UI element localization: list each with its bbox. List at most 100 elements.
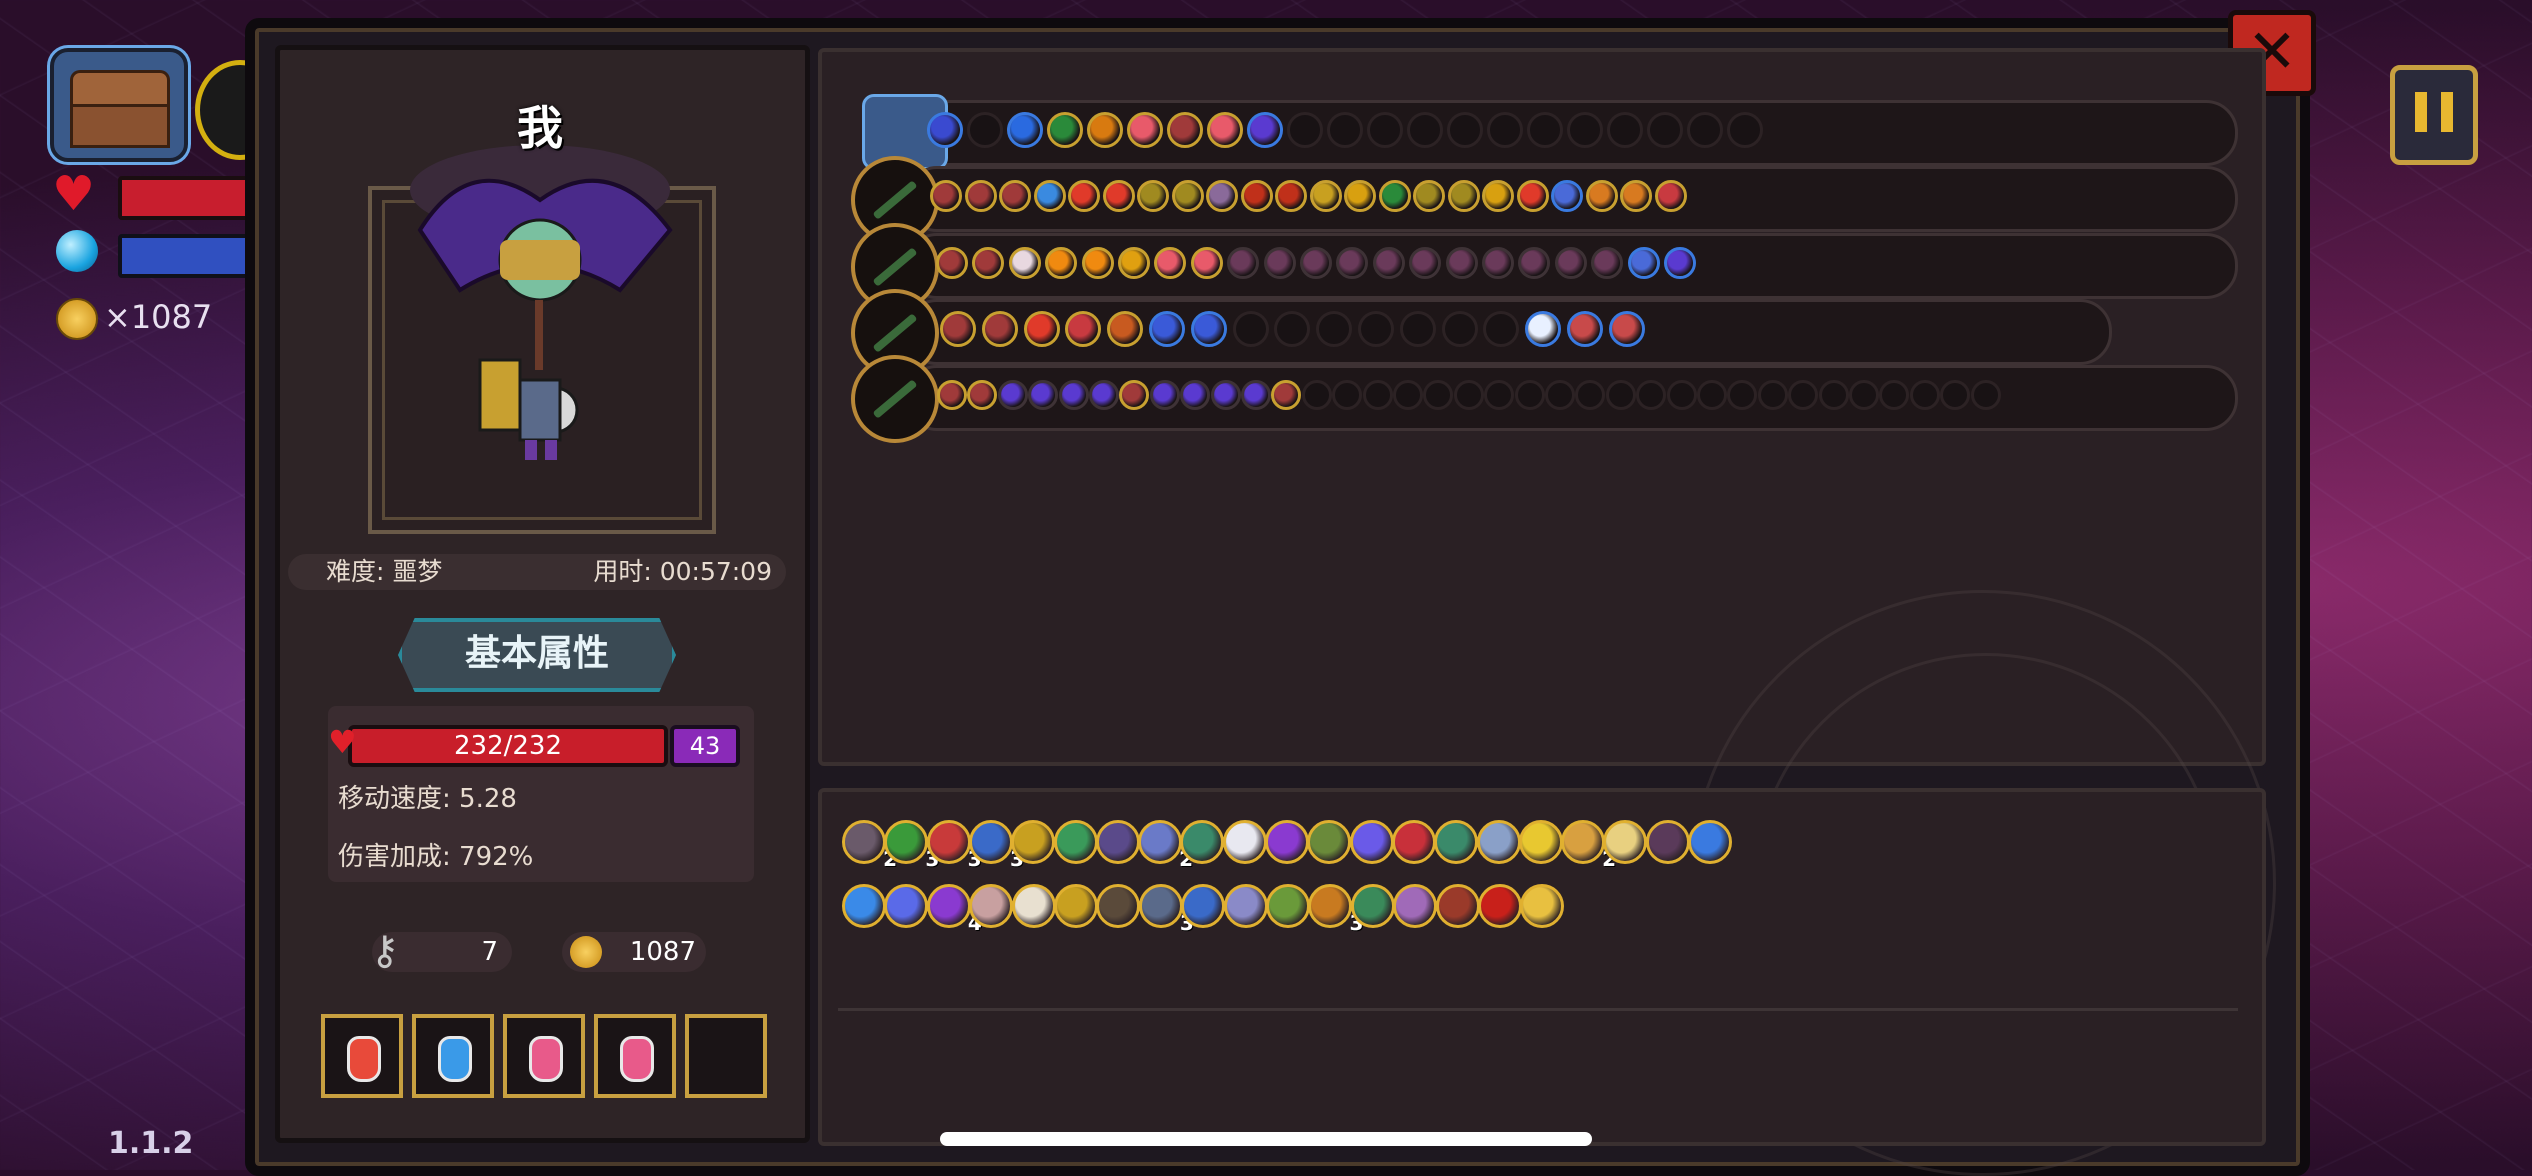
potion-slot[interactable] (503, 1014, 585, 1098)
empty-slot[interactable] (1441, 311, 1478, 347)
sun-icon[interactable] (1081, 247, 1114, 279)
item-icon[interactable] (1393, 884, 1438, 928)
chest-icon[interactable] (1309, 180, 1342, 212)
item-icon[interactable] (1223, 884, 1268, 928)
item-icon[interactable] (1307, 820, 1352, 864)
sun-icon[interactable] (1045, 247, 1078, 279)
item-icon[interactable]: 3 (926, 820, 982, 871)
up-icon[interactable] (1344, 180, 1376, 212)
weapon-icon[interactable] (851, 355, 939, 443)
item-icon[interactable]: 3 (968, 820, 1024, 871)
item-icon[interactable] (1011, 820, 1056, 864)
arrow-icon[interactable] (1033, 180, 1066, 212)
item-icon[interactable] (1476, 820, 1521, 864)
claw-icon[interactable] (1585, 180, 1618, 212)
tri-icon[interactable] (1654, 180, 1687, 212)
up-icon[interactable] (1482, 180, 1514, 212)
vial-icon[interactable] (1007, 112, 1043, 148)
empty-slot[interactable] (1362, 380, 1393, 410)
rock-icon[interactable] (1608, 311, 1645, 347)
home-indicator[interactable] (940, 1132, 1592, 1146)
burst-icon[interactable] (1087, 112, 1123, 148)
empty-slot[interactable] (1447, 112, 1483, 148)
empty-slot[interactable] (1940, 380, 1971, 410)
flower-icon[interactable] (1207, 112, 1243, 148)
empty-slot[interactable] (1970, 380, 2001, 410)
empty-slot[interactable] (1393, 380, 1423, 410)
scroll-icon[interactable] (1206, 180, 1238, 212)
rock-icon[interactable] (1567, 311, 1603, 347)
rainbow-icon[interactable] (1378, 180, 1411, 212)
empty-slot[interactable] (1327, 112, 1363, 148)
item-icon[interactable] (1095, 820, 1140, 864)
rainbow-icon[interactable] (1047, 112, 1083, 148)
rune-icon[interactable] (1447, 180, 1480, 212)
item-icon[interactable]: 4 (926, 884, 982, 935)
item-icon[interactable] (842, 884, 886, 928)
empty-slot[interactable] (1636, 380, 1667, 410)
pause-button[interactable] (2390, 65, 2478, 165)
wing-icon[interactable] (1089, 380, 1119, 410)
empty-slot[interactable] (1697, 380, 1727, 410)
spike-icon[interactable] (1263, 247, 1296, 279)
potion-slot[interactable] (685, 1014, 767, 1098)
star-icon[interactable] (1551, 180, 1583, 212)
item-icon[interactable]: 2 (1138, 820, 1193, 871)
empty-slot[interactable] (1849, 380, 1879, 410)
bow-icon[interactable] (1107, 311, 1144, 347)
empty-slot[interactable] (1487, 112, 1523, 148)
potion-slot[interactable] (594, 1014, 676, 1098)
spike-icon[interactable] (1445, 247, 1478, 279)
item-icon[interactable]: 3 (1138, 884, 1194, 935)
empty-slot[interactable] (1727, 112, 1763, 148)
heart-icon[interactable] (940, 311, 976, 347)
bomb-icon[interactable] (1068, 180, 1100, 212)
item-icon[interactable] (969, 884, 1014, 928)
empty-slot[interactable] (1567, 112, 1603, 148)
item-icon[interactable] (1391, 820, 1436, 864)
spike-icon[interactable] (1591, 247, 1624, 279)
gem-icon[interactable] (1149, 311, 1185, 347)
item-icon[interactable] (1266, 884, 1310, 928)
empty-slot[interactable] (1514, 380, 1545, 410)
empty-slot[interactable] (1407, 112, 1443, 148)
empty-slot[interactable] (1687, 112, 1723, 148)
star-icon[interactable] (1627, 247, 1660, 279)
item-icon[interactable] (1478, 884, 1522, 928)
empty-slot[interactable] (1909, 380, 1940, 410)
empty-slot[interactable] (1545, 380, 1575, 410)
eye-icon[interactable] (1240, 180, 1273, 212)
wing-icon[interactable] (1241, 380, 1271, 410)
empty-slot[interactable] (967, 112, 1003, 148)
skull-icon[interactable] (1008, 247, 1041, 279)
empty-slot[interactable] (1757, 380, 1788, 410)
heart-icon[interactable] (1167, 112, 1203, 148)
empty-slot[interactable] (1399, 311, 1436, 347)
wing-icon[interactable] (997, 380, 1028, 410)
dash-icon[interactable] (1118, 247, 1150, 279)
heart-icon[interactable] (937, 380, 967, 410)
item-icon[interactable] (1349, 820, 1394, 864)
spike-icon[interactable] (1372, 247, 1405, 279)
rune-icon[interactable] (1413, 180, 1445, 212)
wing-icon[interactable] (1247, 112, 1283, 148)
item-icon[interactable] (1350, 884, 1395, 928)
item-icon[interactable] (1645, 820, 1690, 864)
bomb-icon[interactable] (1023, 311, 1060, 347)
empty-slot[interactable] (1301, 380, 1332, 410)
empty-slot[interactable] (1287, 112, 1323, 148)
rune-icon[interactable] (1137, 180, 1169, 212)
bomb-icon[interactable] (1102, 180, 1135, 212)
spike-icon[interactable] (1554, 247, 1587, 279)
item-icon[interactable] (1011, 884, 1056, 928)
shield-icon[interactable] (1525, 311, 1562, 347)
potion-slot[interactable] (412, 1014, 494, 1098)
item-icon[interactable] (1181, 884, 1226, 928)
item-icon[interactable]: 3 (884, 820, 939, 871)
empty-slot[interactable] (1358, 311, 1394, 347)
heart-icon[interactable] (930, 180, 962, 212)
wing-icon[interactable] (1180, 380, 1211, 410)
heart-icon[interactable] (999, 180, 1031, 212)
spike-icon[interactable] (1409, 247, 1442, 279)
wing-icon[interactable] (1210, 380, 1241, 410)
